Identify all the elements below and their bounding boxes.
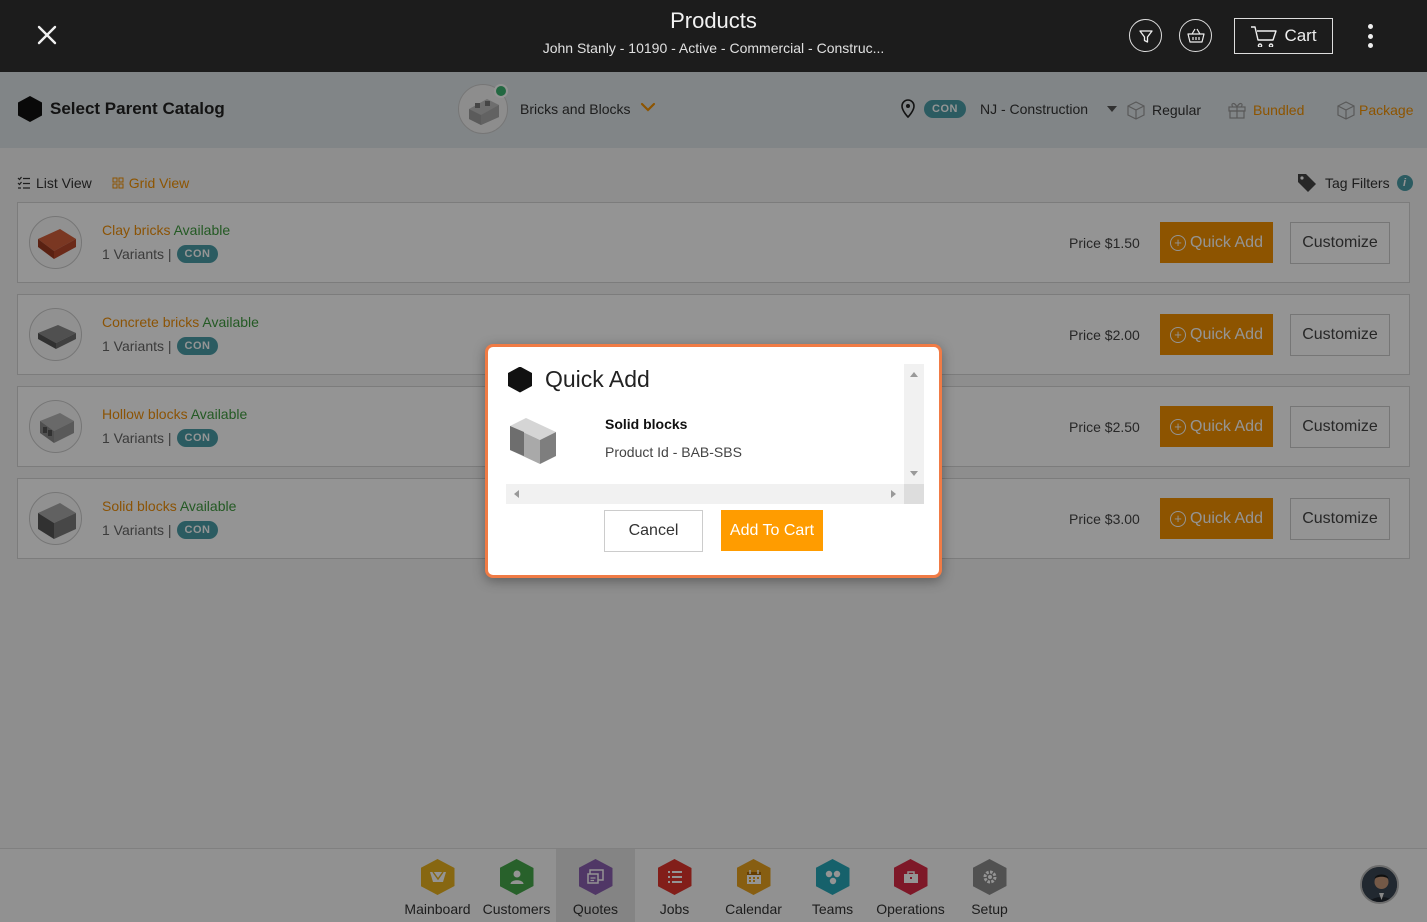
hexagon-icon	[508, 366, 532, 393]
filter-icon[interactable]	[1129, 19, 1162, 52]
customer-subtitle: John Stanly - 10190 - Active - Commercia…	[542, 40, 885, 56]
scroll-up-icon[interactable]	[910, 372, 918, 377]
modal-product-name: Solid blocks	[605, 416, 688, 432]
quick-add-modal: Quick Add Solid blocks Product Id - BAB-…	[485, 344, 942, 578]
basket-icon[interactable]	[1179, 19, 1212, 52]
title-block: Products John Stanly - 10190 - Active - …	[0, 8, 1427, 56]
add-to-cart-button[interactable]: Add To Cart	[721, 510, 823, 551]
scroll-corner	[904, 484, 924, 504]
scroll-down-icon[interactable]	[910, 471, 918, 476]
cart-label: Cart	[1284, 26, 1317, 45]
modal-product-id: Product Id - BAB-SBS	[605, 444, 742, 460]
cart-icon	[1251, 26, 1278, 47]
close-icon[interactable]	[34, 22, 60, 48]
cancel-button[interactable]: Cancel	[604, 510, 703, 552]
top-bar: Products John Stanly - 10190 - Active - …	[0, 0, 1427, 72]
vertical-scrollbar[interactable]	[904, 364, 924, 484]
horizontal-scrollbar[interactable]	[506, 484, 904, 504]
page-title: Products	[670, 8, 757, 33]
scroll-left-icon[interactable]	[514, 490, 519, 498]
more-menu-icon[interactable]	[1360, 20, 1380, 52]
modal-scroll-area: Quick Add Solid blocks Product Id - BAB-…	[506, 364, 924, 504]
product-thumbnail	[506, 412, 562, 468]
cart-button[interactable]: Cart	[1234, 18, 1333, 54]
modal-title: Quick Add	[508, 366, 650, 393]
scroll-right-icon[interactable]	[891, 490, 896, 498]
